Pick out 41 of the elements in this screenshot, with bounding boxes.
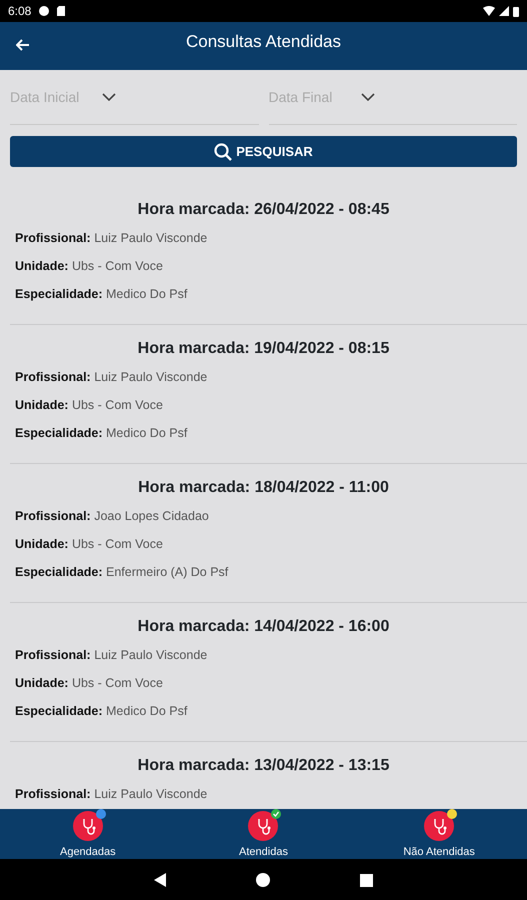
back-nav-icon[interactable]	[154, 873, 166, 887]
search-icon	[214, 142, 232, 160]
date-field[interactable]: Data Inicial	[10, 86, 102, 108]
home-icon[interactable]	[256, 873, 270, 887]
appointment-detail: Profissional: Luiz Paulo Visconde	[14, 230, 208, 247]
stethoscope-icon	[424, 811, 454, 841]
appointment-detail: Unidade: Ubs - Com Voce	[14, 397, 164, 414]
nav-tab[interactable]: Agendadas	[28, 809, 148, 859]
appointment-time: Hora marcada: 18/04/2022 - 11:00	[137, 478, 390, 498]
recents-icon[interactable]	[360, 874, 373, 886]
chevron-down-icon	[102, 93, 116, 101]
signal-icon	[499, 6, 509, 16]
search-button[interactable]: PESQUISAR	[10, 136, 517, 167]
appointment-detail: Especialidade: Medico Do Psf	[14, 703, 188, 720]
appointment-detail: Profissional: Luiz Paulo Visconde	[14, 786, 208, 803]
nav-tab[interactable]: Não Atendidas	[379, 809, 500, 859]
date-field[interactable]: Data Final	[268, 86, 360, 108]
battery-icon	[513, 6, 519, 16]
appointment-detail: Unidade: Ubs - Com Voce	[14, 536, 164, 553]
chevron-down-icon	[360, 93, 374, 101]
wifi-icon	[483, 6, 495, 16]
appointment-detail: Especialidade: Enfermeiro (A) Do Psf	[14, 564, 230, 581]
appointment-time: Hora marcada: 13/04/2022 - 13:15	[136, 756, 390, 776]
appointment-detail: Especialidade: Medico Do Psf	[14, 425, 188, 442]
appointment-detail: Profissional: Luiz Paulo Visconde	[14, 647, 208, 664]
appointment-detail: Unidade: Ubs - Com Voce	[14, 675, 164, 692]
appointment-time: Hora marcada: 14/04/2022 - 16:00	[136, 617, 390, 637]
status-time: 6:08	[8, 3, 32, 20]
notification-icon	[39, 6, 50, 16]
sd-card-icon	[57, 6, 66, 16]
appointment-detail: Profissional: Luiz Paulo Visconde	[14, 369, 208, 386]
stethoscope-icon	[72, 811, 103, 841]
nav-tab[interactable]: Atendidas	[203, 809, 324, 859]
appointment-detail: Unidade: Ubs - Com Voce	[14, 258, 164, 275]
back-icon[interactable]	[16, 39, 30, 51]
appointment-time: Hora marcada: 19/04/2022 - 08:15	[136, 339, 390, 359]
appointment-detail: Especialidade: Medico Do Psf	[14, 286, 188, 303]
appointment-time: Hora marcada: 26/04/2022 - 08:45	[136, 200, 390, 220]
screen-title: Consultas Atendidas	[186, 32, 341, 51]
appointment-detail: Profissional: Joao Lopes Cidadao	[14, 508, 210, 525]
stethoscope-icon	[248, 811, 278, 841]
